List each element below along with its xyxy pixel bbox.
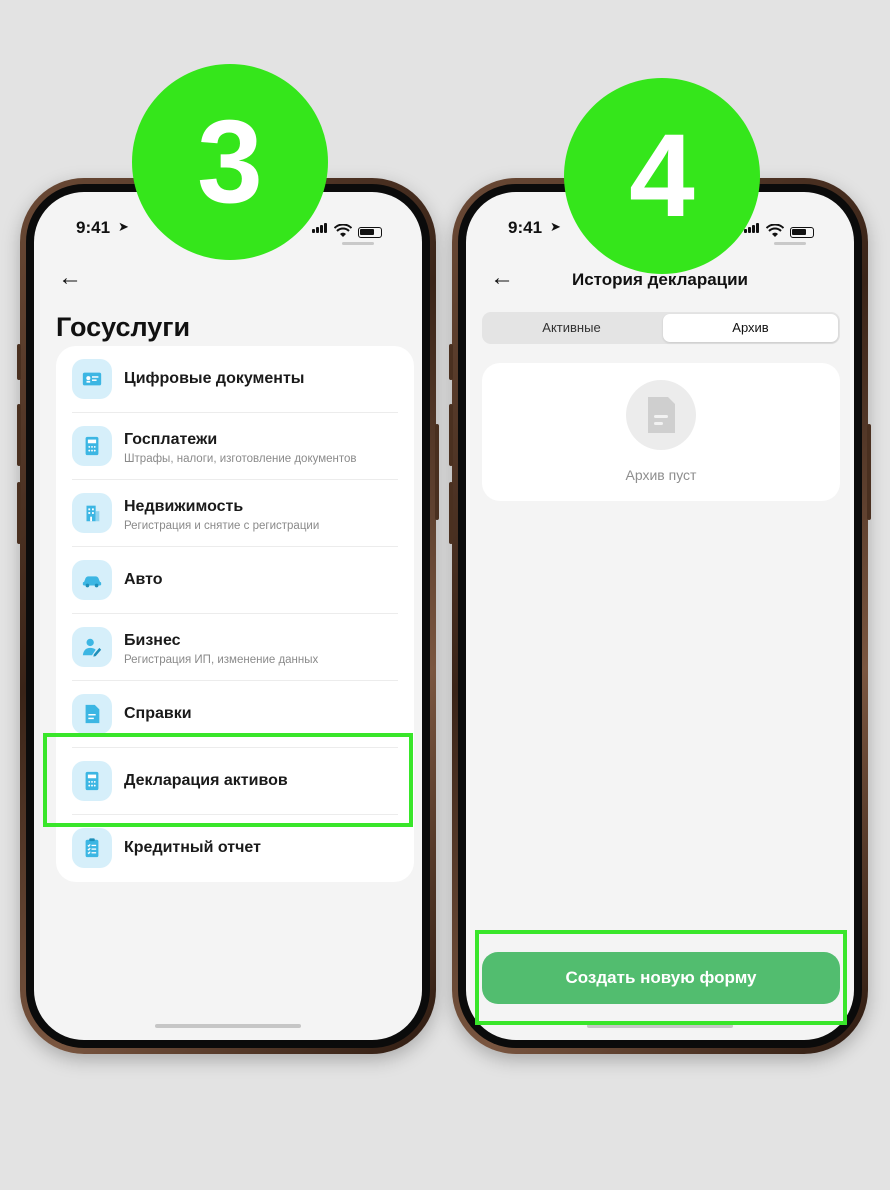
status-time: 9:41	[508, 218, 543, 237]
menu-item-label: Авто	[124, 571, 163, 588]
menu-item-label: Госплатежи	[124, 431, 218, 448]
highlight-asset-declaration	[43, 733, 413, 827]
highlight-create-button	[475, 930, 847, 1025]
screen-declaration-history: 9:41 ➤ ← История декларации Активные Арх…	[466, 192, 854, 1040]
id-card-icon	[72, 359, 112, 399]
tab-active[interactable]: Активные	[484, 314, 659, 342]
battery-icon	[358, 227, 382, 238]
menu-item-subtitle: Штрафы, налоги, изготовление документов	[124, 453, 357, 465]
phone-frame-right: 9:41 ➤ ← История декларации Активные Арх…	[449, 178, 871, 1054]
page-title: Госуслуги	[56, 312, 191, 342]
home-indicator	[155, 1024, 301, 1028]
car-icon	[72, 560, 112, 600]
segmented-control: Активные Архив	[482, 312, 840, 344]
document-icon	[72, 694, 112, 734]
menu-item-label: Справки	[124, 705, 192, 722]
calculator-icon	[72, 426, 112, 466]
location-icon: ➤	[550, 219, 561, 234]
menu-item-payments[interactable]: Госплатежи Штрафы, налоги, изготовление …	[56, 413, 414, 480]
building-icon	[72, 493, 112, 533]
menu-item-label: Недвижимость	[124, 498, 244, 515]
menu-item-label: Бизнес	[124, 632, 181, 649]
menu-item-label: Кредитный отчет	[124, 839, 261, 856]
battery-icon	[790, 227, 814, 238]
wifi-icon	[766, 224, 784, 237]
menu-item-digital-documents[interactable]: Цифровые документы	[56, 346, 414, 413]
menu-item-subtitle: Регистрация и снятие с регистрации	[124, 520, 320, 532]
tab-archive[interactable]: Архив	[663, 314, 838, 342]
back-button[interactable]: ←	[58, 266, 82, 290]
empty-state-text: Архив пуст	[625, 467, 697, 483]
screen-gosuslugi: 9:41 ➤ ← Госуслуги Цифровые документы Го…	[34, 192, 422, 1040]
menu-item-subtitle: Регистрация ИП, изменение данных	[124, 654, 319, 666]
person-edit-icon	[72, 627, 112, 667]
step-badge-3: 3	[132, 64, 328, 260]
signal-icon	[312, 220, 328, 238]
empty-state-card: Архив пуст	[482, 363, 840, 501]
menu-item-business[interactable]: Бизнес Регистрация ИП, изменение данных	[56, 614, 414, 681]
menu-item-real-estate[interactable]: Недвижимость Регистрация и снятие с реги…	[56, 480, 414, 547]
checklist-icon	[72, 828, 112, 868]
step-badge-4: 4	[564, 78, 760, 274]
location-icon: ➤	[118, 219, 129, 234]
menu-item-label: Цифровые документы	[124, 370, 305, 387]
menu-item-auto[interactable]: Авто	[56, 547, 414, 614]
wifi-icon	[334, 224, 352, 237]
status-time: 9:41	[76, 218, 111, 237]
document-icon	[626, 380, 696, 450]
phone-frame-left: 9:41 ➤ ← Госуслуги Цифровые документы Го…	[17, 178, 439, 1054]
